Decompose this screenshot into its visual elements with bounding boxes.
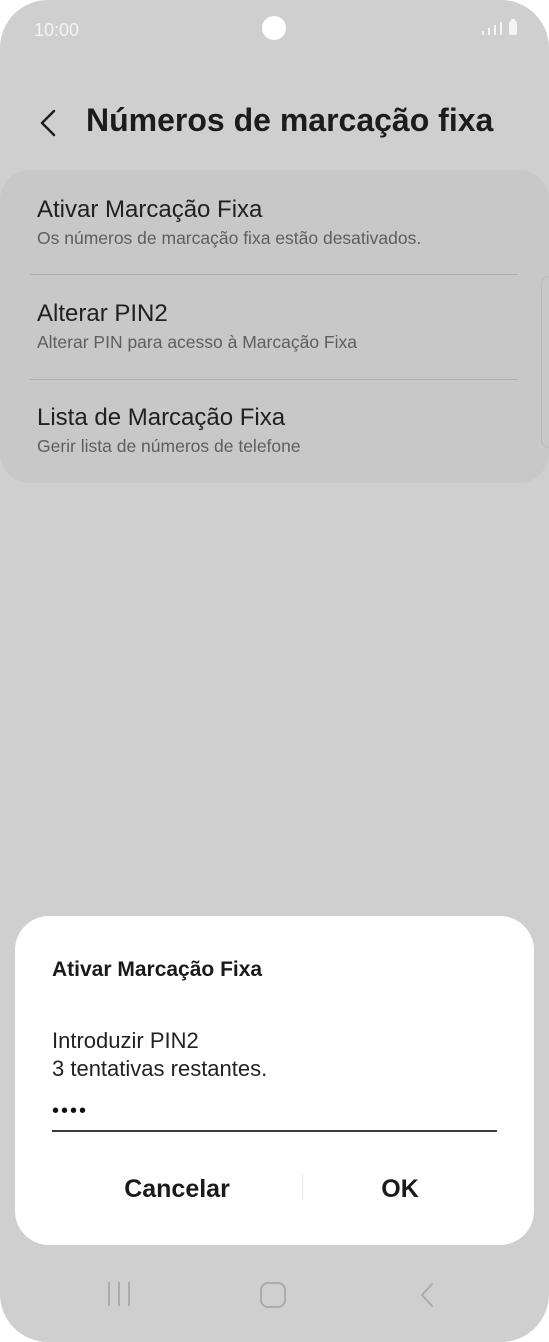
signal-icon xyxy=(482,31,484,35)
dialog-message: Introduzir PIN2 3 tentativas restantes. xyxy=(52,1027,267,1083)
dialog-message-attempts: 3 tentativas restantes. xyxy=(52,1056,268,1081)
page-title: Números de marcação fixa xyxy=(86,102,494,138)
recent-apps-line xyxy=(128,1282,130,1306)
dialog-title: Ativar Marcação Fixa xyxy=(52,958,263,981)
settings-item-subtitle: Alterar PIN para acesso à Marcação Fixa xyxy=(37,332,357,352)
scrollbar[interactable] xyxy=(541,276,549,448)
app-header: Números de marcação fixa xyxy=(0,92,549,156)
ok-button[interactable]: OK xyxy=(280,1164,520,1214)
navigation-bar xyxy=(0,1258,549,1342)
status-time: 10:00 xyxy=(34,20,80,40)
recent-apps-icon[interactable] xyxy=(108,1282,130,1306)
recent-apps-line xyxy=(118,1282,120,1306)
recent-apps-line xyxy=(108,1282,110,1306)
settings-item-subtitle: Gerir lista de números de telefone xyxy=(37,436,301,456)
back-arrow-icon[interactable] xyxy=(36,108,64,138)
status-bar: 10:00 xyxy=(0,0,549,60)
divider xyxy=(30,274,518,275)
home-icon[interactable] xyxy=(260,1282,286,1308)
settings-item-activate-fdn[interactable]: Ativar Marcação Fixa Os números de marca… xyxy=(37,196,421,249)
cancel-button[interactable]: Cancelar xyxy=(57,1164,297,1214)
settings-item-fdn-list[interactable]: Lista de Marcação Fixa Gerir lista de nú… xyxy=(37,404,301,457)
system-icons xyxy=(482,19,517,35)
pin2-dialog: Ativar Marcação Fixa Introduzir PIN2 3 t… xyxy=(15,916,534,1245)
dialog-message-prompt: Introduzir PIN2 xyxy=(52,1028,199,1053)
battery-icon xyxy=(509,19,517,35)
signal-bar xyxy=(488,28,490,35)
front-camera xyxy=(262,16,286,40)
settings-item-change-pin2[interactable]: Alterar PIN2 Alterar PIN para acesso à M… xyxy=(37,300,357,353)
signal-bar xyxy=(494,25,496,35)
settings-item-title: Lista de Marcação Fixa xyxy=(37,404,286,431)
nav-back-icon[interactable] xyxy=(414,1280,440,1310)
signal-bar xyxy=(500,22,502,35)
settings-item-title: Alterar PIN2 xyxy=(37,300,168,327)
pin2-input[interactable] xyxy=(52,1092,497,1132)
settings-item-subtitle: Os números de marcação fixa estão desati… xyxy=(37,228,422,248)
settings-item-title: Ativar Marcação Fixa xyxy=(37,196,263,223)
settings-card: Ativar Marcação Fixa Os números de marca… xyxy=(0,170,549,483)
divider xyxy=(30,379,518,380)
phone-screen: 10:00 Números de marcação fixa Ativar Ma… xyxy=(0,0,549,1342)
